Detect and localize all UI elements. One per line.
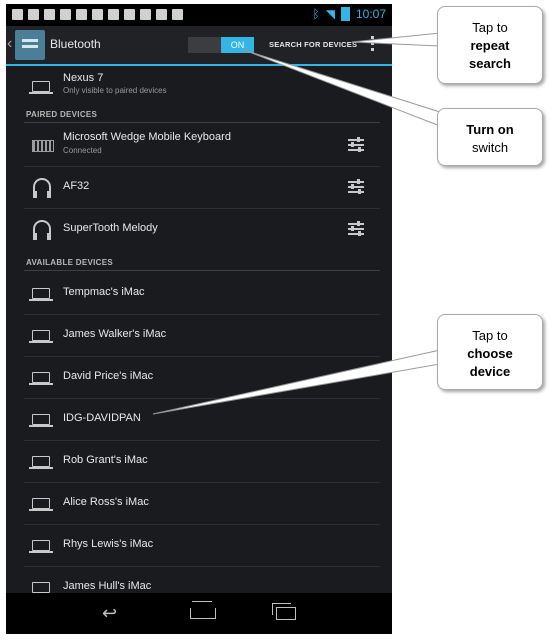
callout-text-bold: choose [467, 346, 513, 361]
pointer-choose-device [152, 349, 441, 415]
callout-text-bold: search [469, 56, 511, 71]
callout-choose-device: Tap to choose device [437, 314, 543, 390]
callout-turn-on-switch: Turn on switch [437, 108, 543, 166]
callout-text-bold: Turn on [466, 122, 514, 137]
callout-text: switch [471, 140, 509, 155]
pointer-repeat-search [351, 32, 441, 47]
callout-text-bold: device [469, 364, 511, 379]
callout-text: Tap to [472, 328, 508, 343]
callout-text: Tap to [472, 20, 508, 35]
callout-text-bold: repeat [470, 38, 510, 53]
pointer-turn-on [243, 49, 441, 127]
callout-repeat-search: Tap to repeat search [437, 6, 543, 84]
